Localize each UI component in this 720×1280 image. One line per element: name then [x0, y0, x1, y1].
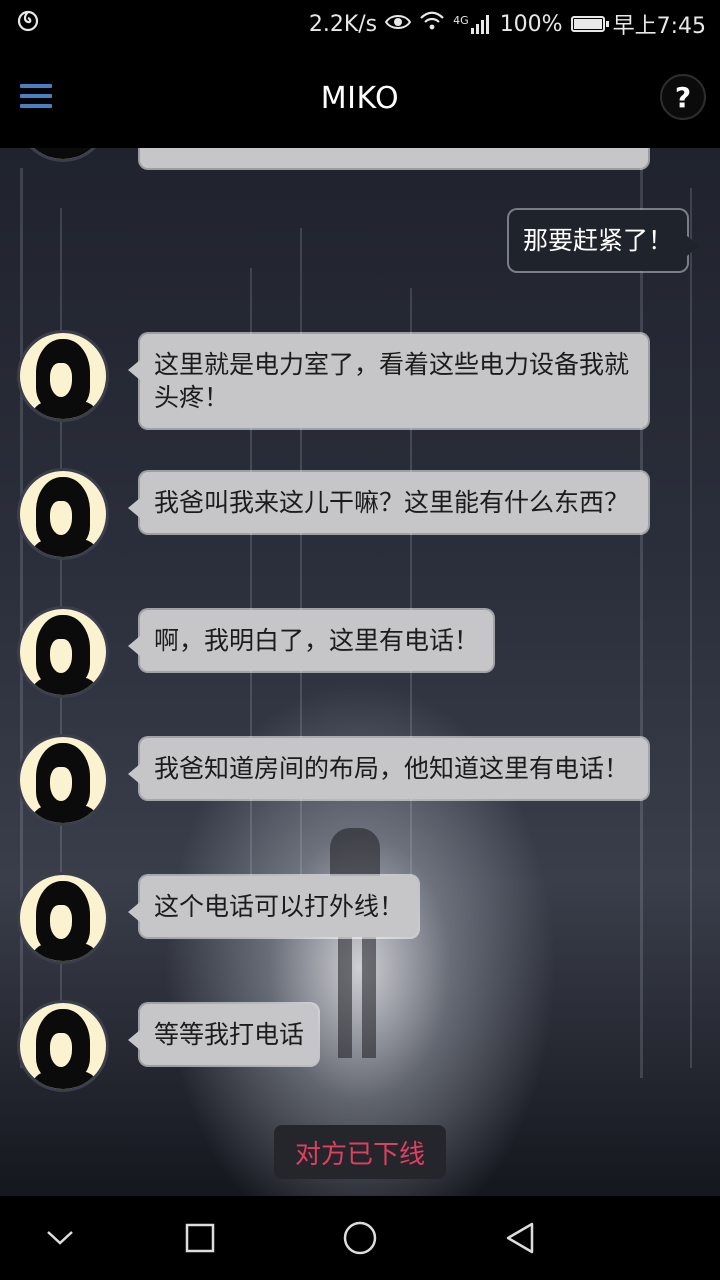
- contact-avatar[interactable]: [17, 606, 109, 698]
- message-bubble: 啊，我明白了，这里有电话！: [127, 610, 494, 671]
- page-title: MIKO: [320, 80, 400, 116]
- contact-avatar[interactable]: [17, 872, 109, 964]
- status-bar: 2.2K/s 4G 100% 早上7:45: [0, 0, 720, 48]
- contact-avatar[interactable]: [17, 148, 109, 162]
- battery-percent: 100%: [499, 11, 563, 37]
- chat-area[interactable]: 那要赶紧了！ 这里就是电力室了，看着这些电力设备我就头疼！ 我爸叫我来这儿干嘛？…: [0, 148, 720, 1196]
- message-bubble: 我爸叫我来这儿干嘛？这里能有什么东西？: [128, 472, 648, 533]
- contact-avatar[interactable]: [17, 734, 109, 826]
- home-icon[interactable]: [340, 1218, 380, 1258]
- navigation-bar: [0, 1196, 720, 1280]
- background-building-line: [640, 158, 643, 1078]
- contact-avatar[interactable]: [17, 1000, 109, 1092]
- menu-icon[interactable]: [20, 84, 52, 112]
- contact-avatar[interactable]: [17, 468, 109, 560]
- eye-icon: [384, 12, 412, 37]
- notification-swirl-icon: [16, 9, 40, 39]
- clock: 早上7:45: [612, 14, 706, 39]
- network-type: 4G: [453, 14, 469, 27]
- background-building-line: [690, 188, 692, 1068]
- message-bubble: [140, 148, 648, 168]
- chevron-down-icon[interactable]: [40, 1218, 80, 1258]
- battery-icon: [570, 16, 609, 32]
- back-icon[interactable]: [500, 1218, 540, 1258]
- message-bubble: 我爸知道房间的布局，他知道这里有电话！: [128, 738, 648, 799]
- wifi-icon: [419, 11, 445, 37]
- signal-icon: 4G: [453, 14, 492, 34]
- message-bubble: 这个电话可以打外线！: [127, 876, 419, 937]
- help-button[interactable]: ?: [660, 74, 706, 120]
- recent-apps-icon[interactable]: [180, 1218, 220, 1258]
- my-message-bubble: 那要赶紧了！: [508, 210, 700, 271]
- message-bubble: 这里就是电力室了，看着这些电力设备我就头疼！: [128, 334, 648, 428]
- offline-notice: 对方已下线: [274, 1125, 446, 1179]
- contact-avatar[interactable]: [17, 330, 109, 422]
- message-bubble: 等等我打电话: [127, 1004, 319, 1065]
- app-bar: MIKO ?: [0, 48, 720, 148]
- network-speed: 2.2K/s: [308, 11, 378, 37]
